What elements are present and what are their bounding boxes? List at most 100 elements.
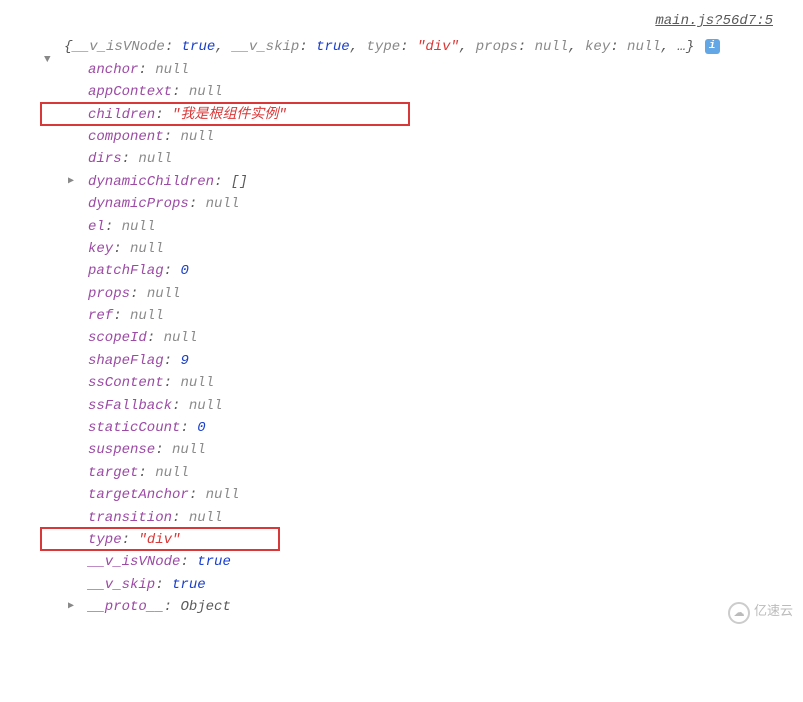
source-link[interactable]: main.js?56d7:5 xyxy=(0,10,803,32)
property-colon: : xyxy=(155,577,172,593)
property-row-dynamicChildren[interactable]: ▶dynamicChildren: [] xyxy=(88,171,803,193)
property-value: null xyxy=(122,219,156,235)
property-row-type: type: "div" xyxy=(88,529,803,551)
property-list: anchor: nullappContext: nullchildren: "我… xyxy=(40,59,803,619)
property-value: null xyxy=(180,375,214,391)
property-colon: : xyxy=(164,263,181,279)
property-key: ssContent xyxy=(88,375,164,391)
property-colon: : xyxy=(164,129,181,145)
property-key: dynamicProps xyxy=(88,196,189,212)
property-colon: : xyxy=(138,62,155,78)
watermark-icon: ☁ xyxy=(728,602,750,624)
property-colon: : xyxy=(164,599,181,615)
property-colon: : xyxy=(164,375,181,391)
property-key: dirs xyxy=(88,151,122,167)
property-value: null xyxy=(180,129,214,145)
property-row-__v_skip: __v_skip: true xyxy=(88,574,803,596)
property-key: appContext xyxy=(88,84,172,100)
property-row-children: children: "我是根组件实例" xyxy=(88,104,803,126)
object-summary-row[interactable]: ▼ {__v_isVNode: true, __v_skip: true, ty… xyxy=(40,36,803,58)
property-colon: : xyxy=(113,308,130,324)
property-colon: : xyxy=(189,196,206,212)
property-row-staticCount: staticCount: 0 xyxy=(88,417,803,439)
property-colon: : xyxy=(172,398,189,414)
watermark: ☁ 亿速云 xyxy=(728,602,793,624)
property-colon: : xyxy=(122,532,139,548)
property-key: ref xyxy=(88,308,113,324)
property-key: key xyxy=(88,241,113,257)
property-value: null xyxy=(164,330,198,346)
property-colon: : xyxy=(138,465,155,481)
property-value: [] xyxy=(231,174,248,190)
property-key: ssFallback xyxy=(88,398,172,414)
property-row-appContext: appContext: null xyxy=(88,81,803,103)
property-row-ssContent: ssContent: null xyxy=(88,372,803,394)
property-key: component xyxy=(88,129,164,145)
property-row-props: props: null xyxy=(88,283,803,305)
property-key: anchor xyxy=(88,62,138,78)
expand-arrow-right-icon[interactable]: ▶ xyxy=(68,174,74,190)
property-row-suspense: suspense: null xyxy=(88,439,803,461)
property-value: null xyxy=(189,510,223,526)
property-colon: : xyxy=(147,330,164,346)
property-colon: : xyxy=(172,84,189,100)
property-row-scopeId: scopeId: null xyxy=(88,327,803,349)
property-value: "div" xyxy=(138,532,180,548)
property-key: props xyxy=(88,286,130,302)
property-value: null xyxy=(138,151,172,167)
property-value: null xyxy=(155,465,189,481)
property-colon: : xyxy=(172,510,189,526)
property-row-key: key: null xyxy=(88,238,803,260)
property-value: null xyxy=(206,196,240,212)
property-key: dynamicChildren xyxy=(88,174,214,190)
property-colon: : xyxy=(214,174,231,190)
property-key: targetAnchor xyxy=(88,487,189,503)
property-key: type xyxy=(88,532,122,548)
property-value: Object xyxy=(180,599,230,615)
property-value: "我是根组件实例" xyxy=(172,107,287,123)
console-object-root: ▼ {__v_isVNode: true, __v_skip: true, ty… xyxy=(0,36,803,618)
property-value: true xyxy=(172,577,206,593)
property-value: null xyxy=(155,62,189,78)
property-row-el: el: null xyxy=(88,216,803,238)
property-value: null xyxy=(172,442,206,458)
property-row-component: component: null xyxy=(88,126,803,148)
property-colon: : xyxy=(130,286,147,302)
property-key: __v_isVNode xyxy=(88,554,180,570)
property-key: shapeFlag xyxy=(88,353,164,369)
property-key: suspense xyxy=(88,442,155,458)
property-colon: : xyxy=(189,487,206,503)
property-value: 9 xyxy=(180,353,188,369)
property-row-dirs: dirs: null xyxy=(88,148,803,170)
property-value: null xyxy=(189,398,223,414)
property-value: null xyxy=(130,241,164,257)
watermark-text: 亿速云 xyxy=(754,602,793,623)
property-colon: : xyxy=(180,420,197,436)
property-row-__v_isVNode: __v_isVNode: true xyxy=(88,551,803,573)
property-colon: : xyxy=(105,219,122,235)
property-key: staticCount xyxy=(88,420,180,436)
property-row-ssFallback: ssFallback: null xyxy=(88,395,803,417)
property-row-ref: ref: null xyxy=(88,305,803,327)
property-key: __proto__ xyxy=(88,599,164,615)
property-colon: : xyxy=(122,151,139,167)
property-value: null xyxy=(147,286,181,302)
property-row-__proto__[interactable]: ▶__proto__: Object xyxy=(88,596,803,618)
property-row-anchor: anchor: null xyxy=(88,59,803,81)
property-key: target xyxy=(88,465,138,481)
property-row-shapeFlag: shapeFlag: 9 xyxy=(88,350,803,372)
info-badge-icon[interactable]: i xyxy=(705,39,720,54)
property-key: children xyxy=(88,107,155,123)
property-colon: : xyxy=(164,353,181,369)
property-value: null xyxy=(206,487,240,503)
property-row-patchFlag: patchFlag: 0 xyxy=(88,260,803,282)
property-row-targetAnchor: targetAnchor: null xyxy=(88,484,803,506)
property-colon: : xyxy=(113,241,130,257)
property-key: el xyxy=(88,219,105,235)
property-key: patchFlag xyxy=(88,263,164,279)
property-key: transition xyxy=(88,510,172,526)
expand-arrow-down-icon[interactable]: ▼ xyxy=(44,52,51,70)
property-value: 0 xyxy=(180,263,188,279)
expand-arrow-right-icon[interactable]: ▶ xyxy=(68,599,74,615)
property-colon: : xyxy=(180,554,197,570)
